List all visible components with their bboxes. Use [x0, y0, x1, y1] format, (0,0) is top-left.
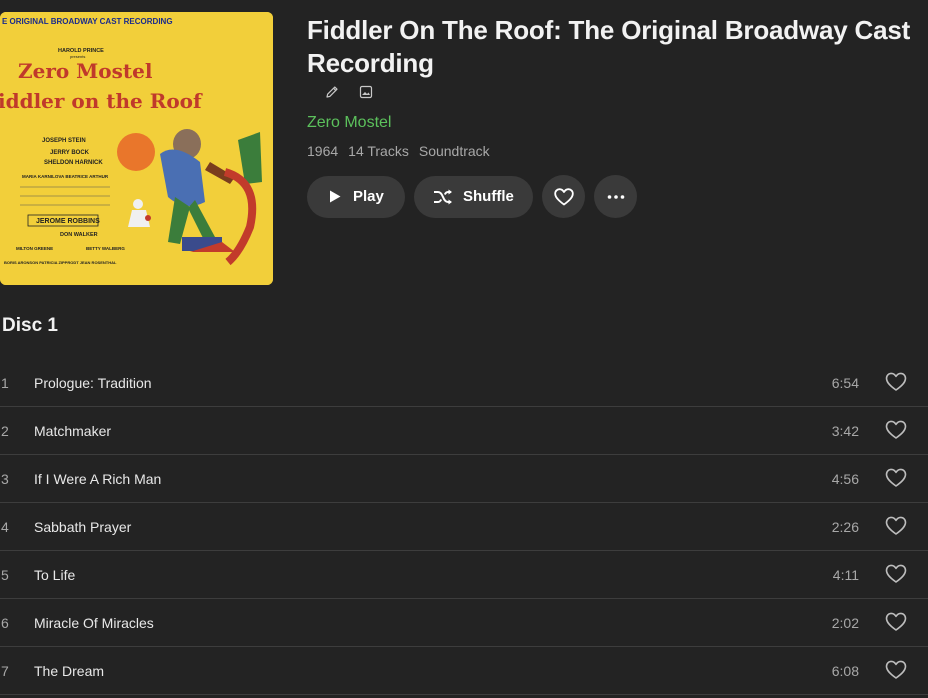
album-title: Fiddler On The Roof: The Original Broadw… — [307, 15, 911, 78]
track-title[interactable]: Sabbath Prayer — [34, 519, 131, 535]
track-duration: 4:11 — [832, 567, 859, 583]
cover-credit-7: MILTON GREENE — [16, 246, 53, 251]
favorite-album-button[interactable] — [542, 175, 585, 218]
heart-icon[interactable] — [885, 564, 907, 584]
track-row[interactable]: 1 Prologue: Tradition 6:54 — [0, 359, 928, 407]
more-options-button[interactable] — [594, 175, 637, 218]
album-cover-image: E ORIGINAL BROADWAY CAST RECORDING HAROL… — [0, 12, 273, 285]
cover-credit-4: MARIA KARNILOVA BEATRICE ARTHUR — [22, 174, 109, 179]
track-duration: 2:02 — [831, 615, 859, 631]
cover-top-line: E ORIGINAL BROADWAY CAST RECORDING — [2, 17, 173, 26]
pencil-icon[interactable] — [324, 84, 340, 100]
track-list: 1 Prologue: Tradition 6:54 2 Matchmaker … — [0, 359, 928, 695]
track-row[interactable]: 5 To Life 4:11 — [0, 551, 928, 599]
track-duration: 3:42 — [831, 423, 859, 439]
cover-star: Zero Mostel — [18, 59, 153, 83]
play-label: Play — [353, 188, 384, 205]
album-year: 1964 — [307, 143, 339, 159]
shuffle-icon — [434, 189, 452, 204]
track-duration: 4:56 — [831, 471, 859, 487]
cover-credit-6: DON WALKER — [60, 232, 98, 238]
track-title[interactable]: To Life — [34, 567, 75, 583]
album-track-count: 14 Tracks — [348, 143, 409, 159]
cover-credit-5: JEROME ROBBINS — [36, 218, 100, 225]
track-number: 3 — [1, 471, 9, 487]
play-icon — [330, 190, 341, 203]
track-title[interactable]: Matchmaker — [34, 423, 111, 439]
cover-credit-3: SHELDON HARNICK — [44, 160, 103, 166]
heart-icon — [553, 187, 574, 205]
cover-credit-1: JOSEPH STEIN — [42, 138, 86, 144]
album-genre[interactable]: Soundtrack — [419, 143, 490, 159]
heart-icon[interactable] — [885, 660, 907, 680]
track-row[interactable]: 7 The Dream 6:08 — [0, 647, 928, 695]
heart-icon[interactable] — [885, 468, 907, 488]
image-icon[interactable] — [358, 84, 374, 100]
ellipsis-icon — [607, 194, 624, 199]
track-title[interactable]: Miracle Of Miracles — [34, 615, 154, 631]
shuffle-button[interactable]: Shuffle — [414, 175, 533, 218]
heart-icon[interactable] — [885, 612, 907, 632]
track-row[interactable]: 6 Miracle Of Miracles 2:02 — [0, 599, 928, 647]
disc-title: Disc 1 — [2, 315, 58, 336]
play-button[interactable]: Play — [307, 175, 405, 218]
track-number: 2 — [1, 423, 9, 439]
cover-show: iddler on the Roof — [0, 89, 203, 113]
heart-icon[interactable] — [885, 420, 907, 440]
track-number: 1 — [1, 375, 9, 391]
cover-credit-2: JERRY BOCK — [50, 150, 90, 156]
track-number: 4 — [1, 519, 9, 535]
track-title[interactable]: If I Were A Rich Man — [34, 471, 161, 487]
heart-icon[interactable] — [885, 516, 907, 536]
track-duration: 6:54 — [831, 375, 859, 391]
track-row[interactable]: 2 Matchmaker 3:42 — [0, 407, 928, 455]
track-row[interactable]: 4 Sabbath Prayer 2:26 — [0, 503, 928, 551]
track-title[interactable]: The Dream — [34, 663, 104, 679]
cover-credit-8: BETTY WALBERG — [86, 246, 125, 251]
shuffle-label: Shuffle — [463, 188, 514, 205]
cover-sun — [117, 133, 155, 171]
album-artwork[interactable]: E ORIGINAL BROADWAY CAST RECORDING HAROL… — [0, 12, 273, 285]
album-meta: 1964 14 Tracks Soundtrack — [307, 143, 490, 159]
track-number: 6 — [1, 615, 9, 631]
track-duration: 2:26 — [831, 519, 859, 535]
track-row[interactable]: 3 If I Were A Rich Man 4:56 — [0, 455, 928, 503]
track-title[interactable]: Prologue: Tradition — [34, 375, 152, 391]
track-duration: 6:08 — [831, 663, 859, 679]
track-number: 5 — [1, 567, 9, 583]
cover-credit-9: BORIS ARONSON PATRICIA ZIPPRODT JEAN ROS… — [4, 260, 117, 265]
artist-link[interactable]: Zero Mostel — [307, 114, 391, 132]
heart-icon[interactable] — [885, 372, 907, 392]
track-number: 7 — [1, 663, 9, 679]
